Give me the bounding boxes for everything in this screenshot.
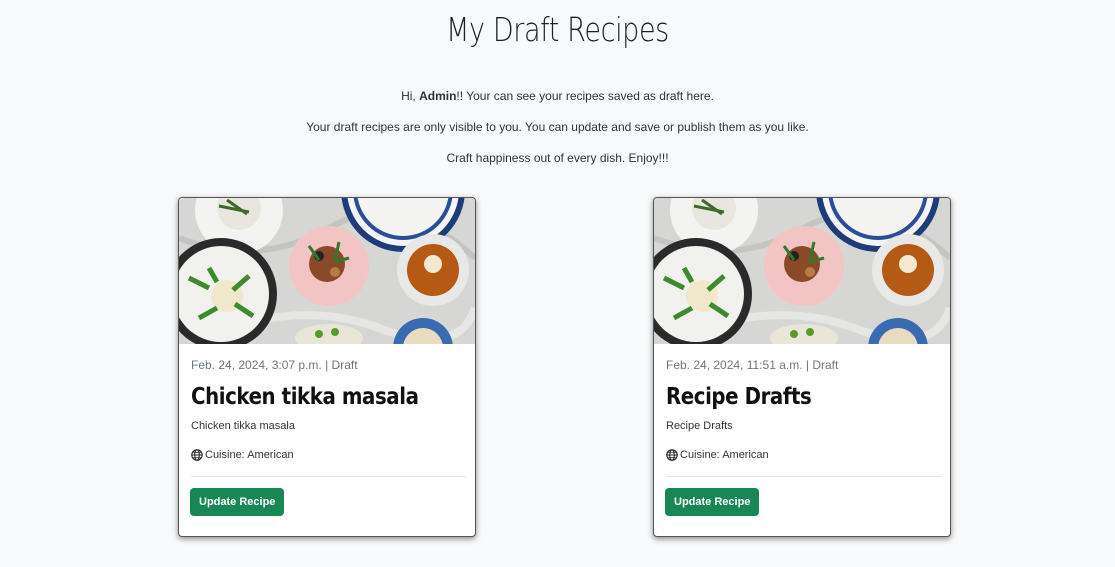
update-recipe-button[interactable]: Update Recipe <box>190 488 285 516</box>
recipe-meta: Feb. 24, 2024, 3:07 p.m. | Draft <box>191 358 358 372</box>
recipe-image[interactable] <box>654 198 950 344</box>
recipe-meta: Feb. 24, 2024, 11:51 a.m. | Draft <box>666 358 839 372</box>
recipe-cuisine: Cuisine: American <box>666 449 769 461</box>
intro-visibility-note: Your draft recipes are only visible to y… <box>306 120 809 134</box>
page-title: My Draft Recipes <box>446 10 669 49</box>
recipe-title[interactable]: Chicken tikka masala <box>191 384 419 410</box>
intro-text: Hi, Admin!! Your can see your recipes sa… <box>0 88 1115 181</box>
cuisine-label: Cuisine: American <box>680 449 769 461</box>
recipe-card: Feb. 24, 2024, 11:51 a.m. | Draft Recipe… <box>653 197 951 537</box>
cuisine-label: Cuisine: American <box>205 449 294 461</box>
recipe-title[interactable]: Recipe Drafts <box>666 384 812 410</box>
recipe-excerpt: Recipe Drafts <box>666 420 733 432</box>
intro-tagline: Craft happiness out of every dish. Enjoy… <box>446 151 669 165</box>
update-recipe-button[interactable]: Update Recipe <box>665 488 760 516</box>
recipe-card: Feb. 24, 2024, 3:07 p.m. | Draft Chicken… <box>178 197 476 537</box>
globe-icon <box>666 449 678 461</box>
card-divider <box>191 476 467 477</box>
intro-greeting: Hi, Admin!! Your can see your recipes sa… <box>401 89 714 103</box>
globe-icon <box>191 449 203 461</box>
recipe-excerpt: Chicken tikka masala <box>191 420 295 432</box>
recipe-image[interactable] <box>179 198 475 344</box>
card-divider <box>666 476 942 477</box>
recipe-cuisine: Cuisine: American <box>191 449 294 461</box>
username: Admin <box>419 89 457 103</box>
